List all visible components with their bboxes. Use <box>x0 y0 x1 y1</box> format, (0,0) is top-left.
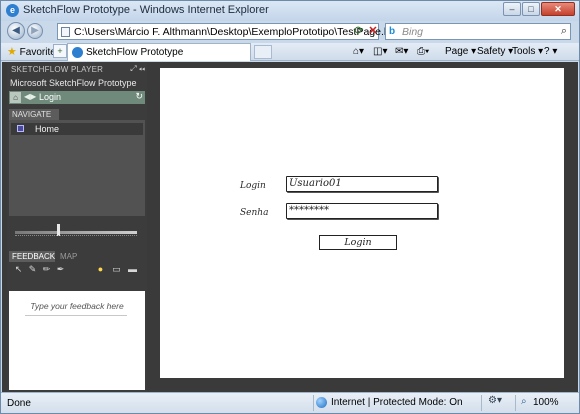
tab-title: SketchFlow Prototype <box>86 47 184 58</box>
rss-icon[interactable]: ◫▾ <box>373 46 387 57</box>
pencil-icon[interactable]: ✏ <box>41 264 52 275</box>
play-icon: ◀▶ <box>24 92 37 101</box>
lightbulb-icon[interactable]: ● <box>95 264 106 275</box>
password-field[interactable]: ******** <box>286 203 438 219</box>
tab-feedback[interactable]: FEEDBACK <box>9 251 55 262</box>
close-button[interactable]: ✕ <box>541 2 575 16</box>
window-controls: – □ ✕ <box>503 2 575 16</box>
help-icon[interactable]: ? ▾ <box>544 46 557 57</box>
sketchflow-header: SKETCHFLOW PLAYER ⤢ ◂◂ <box>7 64 147 76</box>
window-title: SketchFlow Prototype - Windows Internet … <box>23 4 269 16</box>
safety-menu[interactable]: Safety ▾ <box>477 46 513 57</box>
new-tab-button[interactable] <box>254 45 272 59</box>
login-label: Login <box>240 181 266 191</box>
feedback-divider <box>25 315 127 316</box>
ie-logo-icon: e <box>6 4 19 17</box>
zoom-control[interactable]: ⌕ 100% <box>515 395 575 411</box>
favorites-bar: ★ Favorites + SketchFlow Prototype ⌂▾ ◫▾… <box>1 43 579 61</box>
status-text: Done <box>7 398 31 409</box>
breadcrumb: ⌂ ◀▶ Login ↻ <box>9 91 145 104</box>
comment-icon[interactable]: ▭ <box>111 264 122 275</box>
login-field[interactable]: Usuario01 <box>286 176 438 192</box>
tools-menu[interactable]: Tools ▾ <box>512 46 543 57</box>
zoom-level: 100% <box>533 397 559 408</box>
navigate-list: Home <box>9 120 145 216</box>
stop-icon: ✕ <box>368 25 378 37</box>
zoom-slider-ticks <box>15 235 137 237</box>
minimize-button[interactable]: – <box>503 2 521 16</box>
screen-icon <box>17 125 24 132</box>
maximize-button[interactable]: □ <box>522 2 540 16</box>
login-field-value: Usuario01 <box>289 178 342 189</box>
browser-tab[interactable]: SketchFlow Prototype <box>67 43 251 61</box>
zoom-icon: ⌕ <box>521 396 527 407</box>
status-bar: Done Internet | Protected Mode: On ⚙▾ ⌕ … <box>1 392 579 413</box>
password-label: Senha <box>240 208 269 218</box>
search-icon[interactable]: ⌕ <box>561 25 567 38</box>
home-icon[interactable]: ⌂ <box>10 92 21 103</box>
forward-icon: ▶ <box>31 25 39 36</box>
sketchflow-header-label: SKETCHFLOW PLAYER <box>11 65 104 74</box>
breadcrumb-current: Login <box>39 92 62 102</box>
add-favorite-icon[interactable]: + <box>53 44 67 58</box>
login-button-label: Login <box>344 237 372 248</box>
back-button[interactable]: ◀ <box>7 22 25 40</box>
title-bar: e SketchFlow Prototype - Windows Interne… <box>1 1 579 21</box>
refresh-icon: ⟳ <box>354 25 364 37</box>
pen-icon[interactable]: ✎ <box>27 264 38 275</box>
bing-icon: b <box>389 26 396 37</box>
page-content: SKETCHFLOW PLAYER ⤢ ◂◂ Microsoft SketchF… <box>2 62 578 392</box>
mail-icon[interactable]: ✉▾ <box>395 46 408 57</box>
select-pointer-icon[interactable]: ↖ <box>13 264 24 275</box>
search-input[interactable]: b Bing ⌕ <box>385 23 571 40</box>
browser-window: e SketchFlow Prototype - Windows Interne… <box>0 0 580 414</box>
project-title: Microsoft SketchFlow Prototype <box>10 78 137 88</box>
address-bar[interactable]: C:\Users\Márcio F. Althmann\Desktop\Exem… <box>57 23 404 40</box>
nav-item-label: Home <box>35 124 60 134</box>
feedback-tabs: FEEDBACK MAP <box>9 251 145 262</box>
tab-navigate[interactable]: NAVIGATE <box>9 109 59 120</box>
highlighter-icon[interactable]: ✒ <box>55 264 66 275</box>
feedback-toolbar: ↖ ✎ ✏ ✒ ● ▭ ▬ <box>9 263 145 277</box>
popup-blocker-icon[interactable]: ⚙▾ <box>481 395 515 411</box>
search-placeholder: Bing <box>402 26 424 38</box>
feedback-textarea[interactable]: Type your feedback here <box>9 291 145 390</box>
forward-button[interactable]: ▶ <box>27 23 43 39</box>
sketchflow-panel: SKETCHFLOW PLAYER ⤢ ◂◂ Microsoft SketchF… <box>7 62 147 392</box>
page-menu[interactable]: Page ▾ <box>445 46 476 57</box>
address-row: ◀ ▶ C:\Users\Márcio F. Althmann\Desktop\… <box>1 21 579 43</box>
prototype-canvas: Login Usuario01 Senha ******** Login <box>160 68 564 378</box>
password-field-value: ******** <box>289 205 329 216</box>
back-icon: ◀ <box>12 25 20 36</box>
zoom-slider[interactable] <box>9 220 145 238</box>
nav-item-home[interactable]: Home <box>11 123 143 135</box>
reload-icon[interactable]: ↻ <box>135 91 143 102</box>
security-zone-text: Internet | Protected Mode: On <box>331 397 463 408</box>
globe-icon <box>316 397 327 408</box>
favorites-star-icon: ★ <box>7 46 17 58</box>
security-zone[interactable]: Internet | Protected Mode: On <box>313 395 481 411</box>
home-icon[interactable]: ⌂▾ <box>353 46 364 57</box>
panel-popout-icon[interactable]: ⤢ ◂◂ <box>130 64 145 74</box>
stop-button[interactable]: ✕ <box>365 23 381 39</box>
login-button[interactable]: Login <box>319 235 397 250</box>
tab-map[interactable]: MAP <box>57 251 79 262</box>
feedback-placeholder: Type your feedback here <box>30 301 124 311</box>
page-icon <box>61 27 70 37</box>
tab-ie-icon <box>72 47 83 58</box>
print-icon[interactable]: ⎙▾ <box>417 46 429 57</box>
zoom-slider-track <box>15 231 137 234</box>
folder-icon[interactable]: ▬ <box>127 264 138 275</box>
